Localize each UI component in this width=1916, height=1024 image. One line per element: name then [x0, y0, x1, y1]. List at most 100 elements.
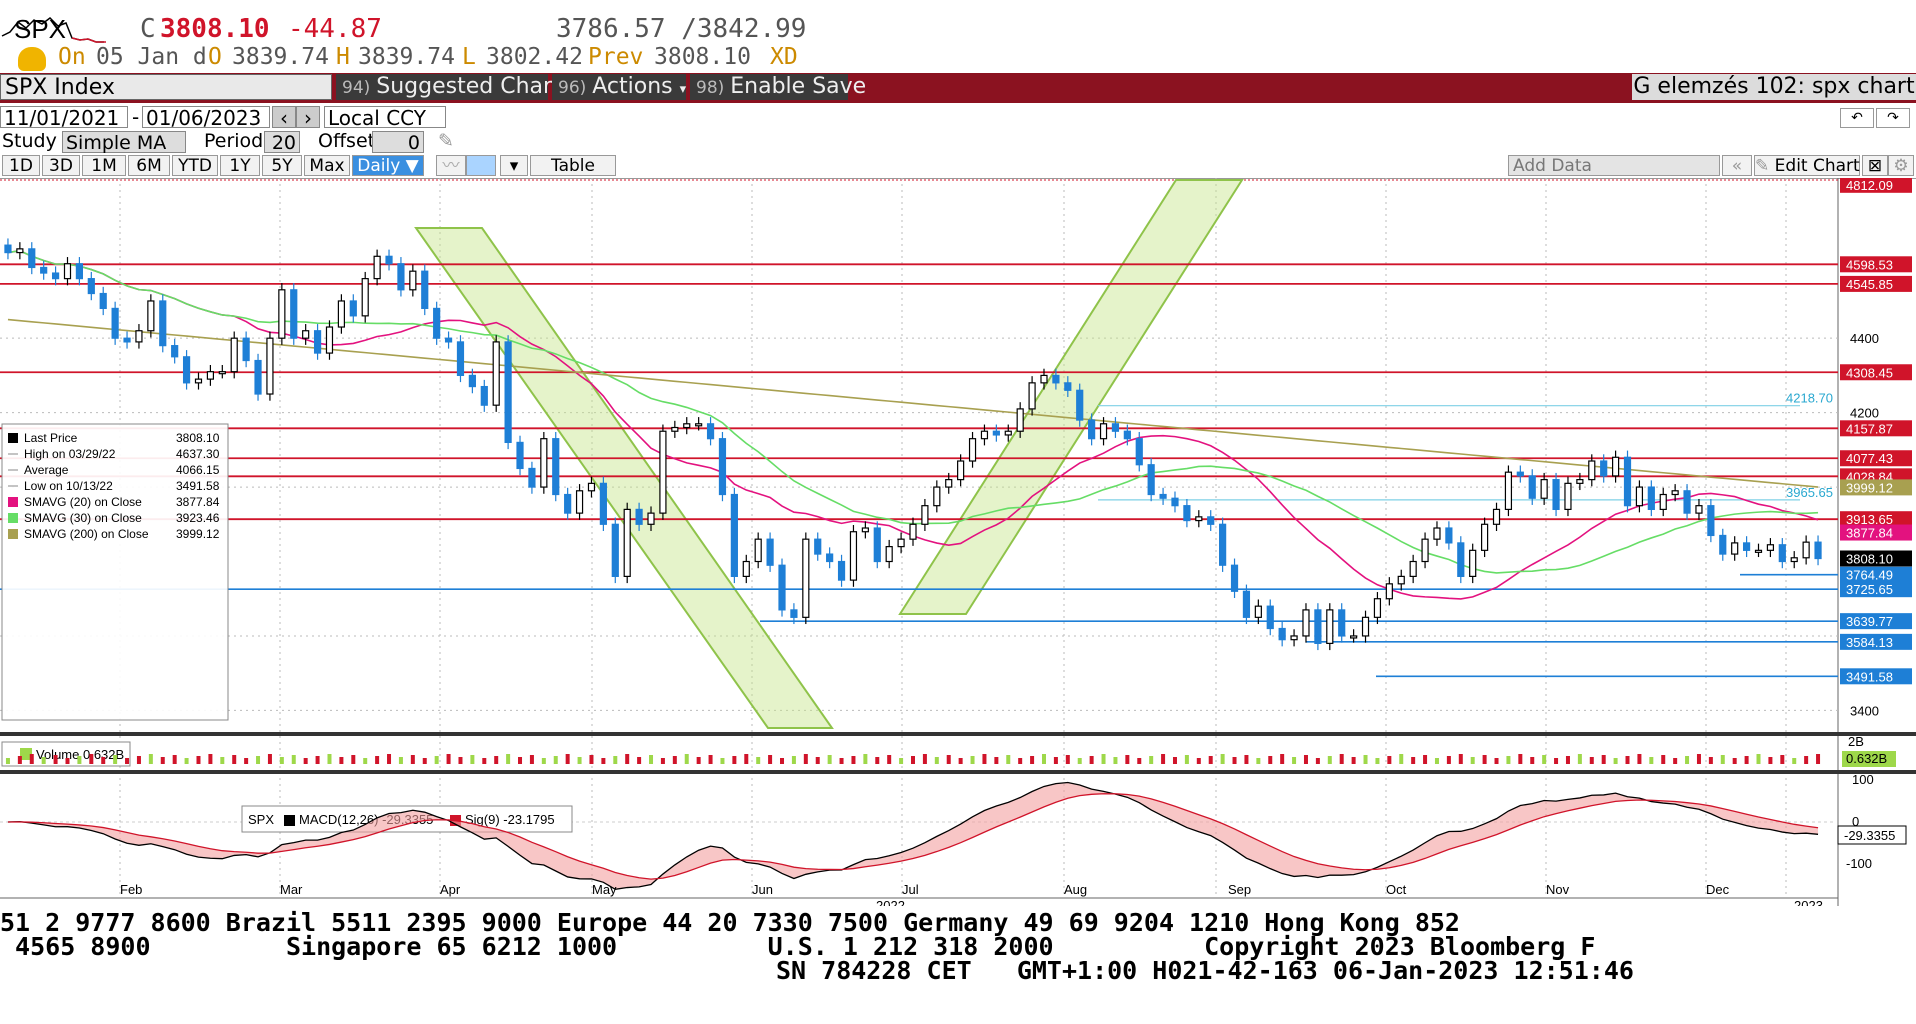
sma200-axis-label: 3999.12 — [1846, 480, 1893, 495]
volume-bar — [1280, 754, 1285, 764]
study-select[interactable]: Simple MA — [62, 131, 186, 154]
legend-swatch — [8, 433, 18, 443]
candle-body — [1016, 408, 1024, 432]
legend-value: 3808.10 — [176, 431, 220, 445]
currency-select[interactable]: Local CCY — [324, 106, 446, 129]
tab-5y[interactable]: 5Y — [262, 155, 302, 176]
high-value: 3839.74 — [358, 44, 455, 70]
suggested-charts-button[interactable]: 94) Suggested Charts — [336, 74, 572, 100]
price-chart[interactable]: 4218.70 3965.65 4598.53 4545.85 4308.45 4157… — [0, 178, 1916, 906]
candle-body — [1457, 542, 1465, 577]
volume-bar — [1137, 758, 1142, 764]
volume-bar — [470, 755, 475, 764]
tab-1d[interactable]: 1D — [2, 155, 40, 176]
volume-bar — [1506, 756, 1511, 764]
candle-body — [1445, 527, 1453, 544]
candle-body — [1576, 479, 1584, 484]
edit-chart-button[interactable]: ✎ Edit Chart — [1754, 155, 1860, 176]
volume-bar — [541, 758, 546, 764]
volume-bar — [934, 757, 939, 764]
candle-body — [849, 531, 858, 581]
volume-bar — [529, 755, 534, 764]
enable-save-button[interactable]: 98) Enable Save — [690, 74, 866, 100]
candle-body — [1719, 534, 1727, 555]
price-axis: 4598.534545.854308.454157.874077.434028.… — [1840, 178, 1912, 718]
volume-bar — [1589, 757, 1594, 764]
tab-ytd[interactable]: YTD — [172, 155, 218, 176]
interval-select[interactable]: Daily ▼ — [352, 155, 424, 176]
candle-body — [1135, 438, 1143, 466]
volume-bar — [649, 755, 654, 764]
candle-body — [1278, 627, 1286, 641]
candle-body — [861, 527, 869, 533]
volume-bar — [1518, 754, 1523, 764]
prev-period-button[interactable]: ‹ — [272, 106, 296, 129]
tab-6m[interactable]: 6M — [128, 155, 170, 176]
candle-body — [1028, 382, 1036, 410]
line-type-button[interactable]: 〰 — [436, 155, 466, 176]
volume-bar — [1292, 757, 1297, 764]
start-date-input[interactable]: 11/01/2021 — [0, 106, 128, 129]
chart-settings-icon[interactable]: ⊠ — [1862, 155, 1888, 176]
candle-body — [1635, 486, 1644, 507]
candle-body — [1230, 564, 1239, 592]
legend-value: 3491.58 — [176, 479, 220, 493]
volume-bar — [1244, 755, 1249, 764]
undo-icon[interactable]: ↶ — [1840, 108, 1874, 128]
redo-icon[interactable]: ↷ — [1876, 108, 1910, 128]
candle-body — [290, 289, 298, 339]
volume-bar — [780, 758, 785, 764]
chart-type-dropdown[interactable]: ▾ — [500, 155, 528, 176]
add-data-input[interactable]: Add Data — [1508, 155, 1720, 176]
open-value: 3839.74 — [232, 44, 329, 70]
tab-max[interactable]: Max — [304, 155, 350, 176]
table-button[interactable]: Table — [530, 155, 616, 176]
pencil-icon[interactable]: ✎ — [438, 130, 454, 152]
prev-label: Prev — [588, 44, 644, 70]
legend-swatch — [8, 513, 18, 523]
candle-body — [718, 438, 727, 496]
volume-bar — [1184, 755, 1189, 764]
volume-panel: Volume 0.632B 2B 0.632B — [1, 734, 1896, 767]
ticker-symbol: SPX — [14, 14, 67, 44]
time-axis: Feb Mar Apr May Jun Jul Aug Sep Oct Nov Dec 2022 202… — [120, 882, 1823, 906]
open-label: O — [208, 44, 222, 70]
offset-input[interactable]: 0 — [372, 131, 424, 154]
security-field[interactable]: SPX Index — [0, 74, 332, 100]
volume-bar — [756, 757, 761, 764]
candle-body — [1731, 542, 1739, 555]
tab-1y[interactable]: 1Y — [220, 155, 260, 176]
tab-1m[interactable]: 1M — [82, 155, 126, 176]
candle-body — [1588, 460, 1596, 481]
volume-bar — [589, 755, 594, 764]
candle-body — [945, 479, 953, 488]
volume-bar — [1565, 756, 1570, 764]
volume-bar — [291, 755, 296, 764]
candle-body — [361, 278, 369, 317]
candle-body — [1088, 419, 1096, 440]
period-input[interactable]: 20 — [264, 131, 300, 154]
volume-bar — [613, 756, 618, 764]
candle-body — [302, 330, 310, 339]
volume-bar — [899, 758, 904, 764]
tab-3d[interactable]: 3D — [42, 155, 80, 176]
speedometer-icon[interactable] — [18, 47, 46, 71]
end-date-input[interactable]: 01/06/2023 — [142, 106, 270, 129]
next-period-button[interactable]: › — [296, 106, 320, 129]
candle-body — [671, 426, 679, 432]
candle-body — [1004, 430, 1012, 436]
actions-button[interactable]: 96) Actions ▾ — [552, 74, 686, 100]
gear-icon[interactable]: ⚙ — [1888, 155, 1914, 176]
volume-bar — [1030, 756, 1035, 764]
candle-body — [1647, 486, 1655, 511]
candle-body — [790, 609, 798, 618]
candle-body — [278, 289, 286, 339]
candle-body — [1326, 609, 1334, 644]
candle-body — [135, 330, 143, 343]
bar-type-button[interactable] — [466, 155, 496, 176]
volume-bar — [65, 758, 70, 764]
volume-bar — [375, 756, 380, 764]
candle-body — [897, 538, 905, 548]
candle-body — [1612, 456, 1620, 477]
collapse-button[interactable]: « — [1722, 155, 1752, 176]
